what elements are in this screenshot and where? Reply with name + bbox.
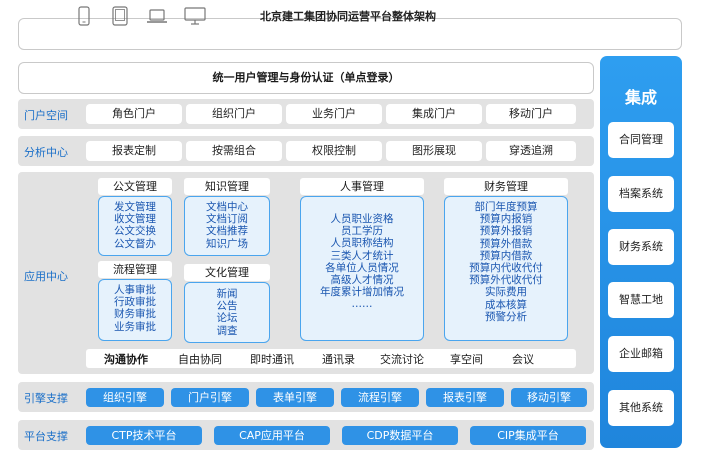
tablet-icon	[112, 6, 128, 26]
communication-item: 会议	[512, 353, 534, 366]
knowledge-mgmt-item: 文档订阅	[206, 213, 248, 226]
doc-mgmt-item: 发文管理	[114, 201, 156, 213]
integration-item: 其他系统	[608, 390, 674, 426]
platform-item: CIP集成平台	[470, 426, 586, 445]
portal-item: 角色门户	[86, 104, 182, 124]
laptop-icon	[147, 9, 167, 23]
communication-item: 通讯录	[322, 353, 355, 366]
analysis-item: 图形展现	[386, 141, 482, 161]
monitor-icon	[184, 7, 206, 25]
finance-mgmt-box: 部门年度预算 预算内报销 预算外报销 预算外借款 预算内借款 预算内代收代付 预…	[444, 196, 568, 341]
sso-bar: 统一用户管理与身份认证（单点登录）	[18, 62, 594, 94]
finance-mgmt-item: 预算外报销	[479, 225, 533, 238]
knowledge-mgmt-item: 知识广场	[206, 237, 248, 250]
communication-title: 沟通协作	[104, 353, 148, 366]
portal-item: 集成门户	[386, 104, 482, 124]
integration-item: 合同管理	[608, 122, 674, 158]
analysis-item: 按需组合	[186, 141, 282, 161]
finance-mgmt-item: 预算内代收代付	[469, 262, 543, 275]
hr-mgmt-item: 高级人才情况	[330, 274, 394, 287]
culture-mgmt-box: 新闻 公告 论坛 调查	[184, 282, 270, 343]
hr-mgmt-item: 三类人才统计	[330, 249, 394, 262]
knowledge-mgmt-item: 文档推荐	[206, 225, 248, 238]
portal-item: 组织门户	[186, 104, 282, 124]
finance-mgmt-item: 预算内借款	[479, 249, 533, 262]
integration-item: 企业邮箱	[608, 336, 674, 372]
integration-item: 智慧工地	[608, 282, 674, 318]
hr-mgmt-item: 各单位人员情况	[325, 261, 399, 274]
process-mgmt-box: 人事审批 行政审批 财务审批 业务审批	[98, 279, 172, 341]
process-mgmt-item: 业务审批	[114, 320, 156, 333]
communication-item: 自由协同	[178, 353, 222, 366]
process-mgmt-title: 流程管理	[98, 261, 172, 278]
culture-mgmt-item: 新闻	[216, 288, 238, 300]
engine-label: 引擎支撑	[24, 392, 68, 405]
portal-label: 门户空间	[24, 109, 68, 122]
hr-mgmt-item: 人员职业资格	[330, 213, 394, 225]
communication-item: 交流讨论	[380, 353, 424, 366]
finance-mgmt-item: 预算外借款	[479, 237, 533, 250]
engine-item: 移动引擎	[511, 388, 587, 407]
app-center-label: 应用中心	[24, 270, 68, 283]
doc-mgmt-box: 发文管理 收文管理 公文交换 公文督办	[98, 196, 172, 256]
finance-mgmt-item: 预警分析	[485, 310, 527, 323]
finance-mgmt-item: 实际费用	[485, 286, 527, 299]
hr-mgmt-title: 人事管理	[300, 178, 424, 195]
platform-item: CDP数据平台	[342, 426, 458, 445]
integration-item: 财务系统	[608, 229, 674, 265]
culture-mgmt-item: 调查	[216, 324, 238, 337]
process-mgmt-item: 财务审批	[114, 308, 156, 321]
engine-item: 表单引擎	[256, 388, 334, 407]
finance-mgmt-item: 预算外代收代付	[469, 274, 543, 287]
analysis-item: 权限控制	[286, 141, 382, 161]
page-title: 北京建工集团协同运营平台整体架构	[260, 10, 436, 23]
hr-mgmt-item: 员工学历	[341, 225, 383, 238]
hr-mgmt-box: 人员职业资格 员工学历 人员职称结构 三类人才统计 各单位人员情况 高级人才情况…	[300, 196, 424, 341]
culture-mgmt-item: 公告	[216, 300, 238, 313]
platform-item: CTP技术平台	[86, 426, 202, 445]
analysis-item: 报表定制	[86, 141, 182, 161]
integration-title: 集成	[624, 88, 657, 107]
finance-mgmt-item: 部门年度预算	[474, 201, 538, 213]
portal-item: 业务门户	[286, 104, 382, 124]
platform-label: 平台支撑	[24, 430, 68, 443]
engine-item: 门户引擎	[171, 388, 249, 407]
platform-item: CAP应用平台	[214, 426, 330, 445]
integration-item: 档案系统	[608, 176, 674, 212]
engine-item: 流程引擎	[341, 388, 419, 407]
process-mgmt-item: 行政审批	[114, 296, 156, 309]
communication-bar: 沟通协作 自由协同 即时通讯 通讯录 交流讨论 享空间 会议	[86, 349, 576, 368]
analysis-label: 分析中心	[24, 146, 68, 159]
knowledge-mgmt-box: 文档中心 文档订阅 文档推荐 知识广场	[184, 196, 270, 256]
doc-mgmt-title: 公文管理	[98, 178, 172, 195]
hr-mgmt-item: 年度累计增加情况	[320, 286, 404, 299]
knowledge-mgmt-title: 知识管理	[184, 178, 270, 195]
process-mgmt-item: 人事审批	[114, 284, 156, 296]
communication-item: 享空间	[450, 353, 483, 366]
analysis-item: 穿透追溯	[486, 141, 576, 161]
knowledge-mgmt-item: 文档中心	[206, 201, 248, 213]
doc-mgmt-item: 收文管理	[114, 213, 156, 226]
doc-mgmt-item: 公文督办	[114, 237, 156, 250]
culture-mgmt-item: 论坛	[216, 312, 238, 325]
hr-mgmt-item: ……	[351, 298, 373, 311]
portal-item: 移动门户	[486, 104, 576, 124]
communication-item: 即时通讯	[250, 353, 294, 366]
finance-mgmt-item: 成本核算	[485, 298, 527, 311]
phone-icon	[78, 6, 90, 26]
doc-mgmt-item: 公文交换	[114, 225, 156, 238]
engine-item: 报表引擎	[426, 388, 504, 407]
culture-mgmt-title: 文化管理	[184, 264, 270, 281]
finance-mgmt-title: 财务管理	[444, 178, 568, 195]
hr-mgmt-item: 人员职称结构	[330, 237, 394, 250]
finance-mgmt-item: 预算内报销	[479, 213, 533, 226]
engine-item: 组织引擎	[86, 388, 164, 407]
